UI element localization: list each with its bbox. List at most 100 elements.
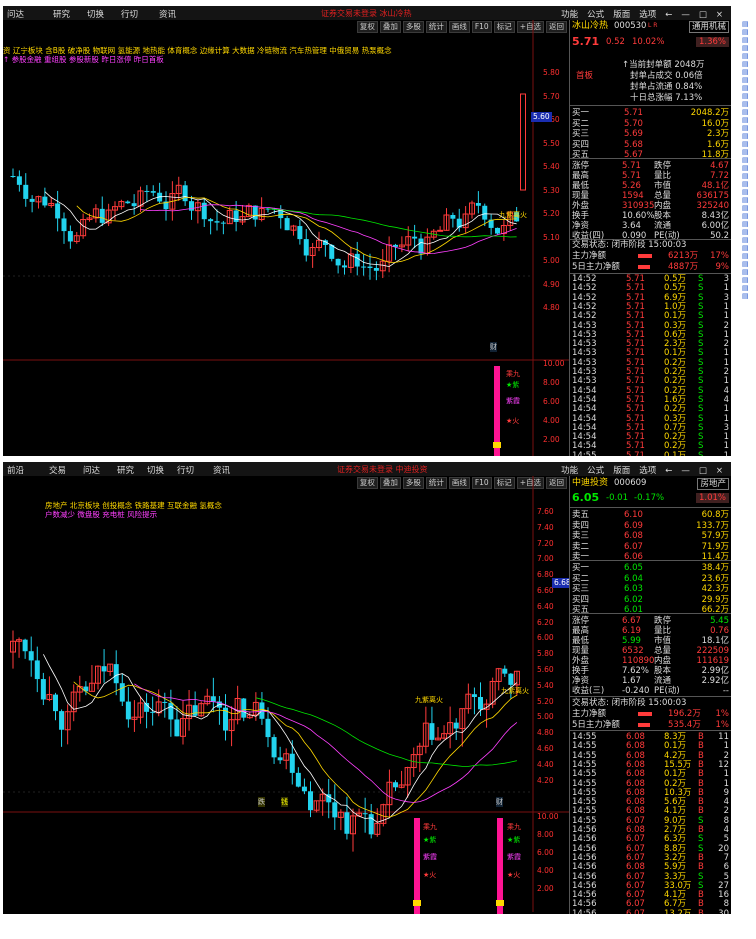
stat-value: 5.71	[622, 171, 641, 181]
book-row[interactable]: 买三 6.03 42.3万	[572, 584, 729, 594]
stat-label: 收益(三)	[572, 686, 605, 696]
stat-label: 外盘	[572, 201, 590, 211]
axis-tick: 8.00	[537, 830, 554, 839]
stat-value: 1594	[622, 191, 644, 201]
indicator-bar	[497, 818, 503, 914]
ind-label-nine: 乘九	[423, 823, 437, 831]
stat-row: 最高 5.71 量比 7.72	[572, 171, 729, 181]
stat-label: 市值	[654, 181, 672, 191]
stat-label: 总量	[654, 646, 672, 656]
axis-tick: 7.20	[537, 538, 554, 548]
stat-value: -0.240	[622, 686, 650, 696]
flow-pct: 1%	[715, 709, 730, 719]
ind-label-cloud-b: 紫霞	[507, 853, 521, 861]
book-level: 买四	[572, 594, 590, 605]
menu-options[interactable]: 选项	[639, 466, 656, 476]
candle-body	[42, 196, 48, 206]
candle-body	[150, 711, 156, 713]
tick-time: 14:56	[572, 908, 597, 914]
stat-value: 5.71	[622, 161, 641, 171]
menu-formula[interactable]: 公式	[587, 10, 604, 20]
nine-annotation-b: 九紫离火	[501, 687, 529, 695]
candle-body	[361, 266, 367, 268]
stat-row: 收益(三) -0.240 PE(动) --	[572, 686, 729, 696]
stat-label: 市值	[654, 636, 672, 646]
book-price: 5.70	[624, 118, 643, 129]
book-row[interactable]: 卖四 6.09 133.7万	[572, 521, 729, 531]
stat-label: 涨停	[572, 616, 590, 626]
book-row[interactable]: 买二 6.04 23.6万	[572, 574, 729, 584]
axis-tick: 5.40	[537, 680, 554, 690]
stat-row: 净资 3.64 流通 6.00亿	[572, 221, 729, 231]
menu-options[interactable]: 选项	[639, 10, 656, 20]
book-price: 5.68	[624, 139, 643, 150]
stat-value: 3.64	[622, 221, 641, 231]
indicator-bar	[414, 818, 420, 914]
stat-label: 最高	[572, 626, 590, 636]
stock-window-2: 前沿 交易 问达 研究 切换 行切 资讯 证券交易未登录 中迪投资 功能 公式 版面…	[3, 462, 731, 914]
ind-label-cloud: 紫霞	[423, 853, 437, 861]
tick-volume: 0.1万	[664, 450, 687, 456]
stat-value: 1.67	[622, 676, 641, 686]
stat-value: 2.99亿	[701, 666, 729, 676]
book-row[interactable]: 买三 5.69 2.3万	[572, 129, 729, 139]
stat-label: 外盘	[572, 656, 590, 666]
back-icon[interactable]: ←	[665, 10, 672, 20]
book-row[interactable]: 卖五 6.10 60.8万	[572, 510, 729, 520]
candle-body	[131, 203, 137, 207]
menu-layout[interactable]: 版面	[613, 466, 630, 476]
close-icon[interactable]: ×	[716, 466, 723, 476]
book-price: 6.07	[624, 541, 643, 552]
flow-row: 5日主力净额 4887万 9%	[572, 262, 729, 272]
flow-bar	[638, 265, 650, 269]
industry-badge[interactable]: 通用机械	[688, 21, 729, 33]
close-icon[interactable]: ×	[716, 10, 723, 20]
kline-chart[interactable]	[3, 6, 569, 456]
stat-value: 4.67	[710, 161, 729, 171]
axis-tick: 5.20	[537, 696, 554, 706]
ind-label-fire-b: ★火	[507, 871, 521, 879]
book-row[interactable]: 买四 6.02 29.9万	[572, 595, 729, 605]
tick-row: 14:56 6.07 13.2万 B 30	[572, 909, 729, 914]
stat-value: 6.67	[622, 616, 641, 626]
candle-body	[475, 203, 481, 206]
stat-row: 最低 5.26 市值 48.1亿	[572, 181, 729, 191]
book-row[interactable]: 买四 5.68 1.6万	[572, 140, 729, 150]
stat-value: 310935	[622, 201, 655, 211]
book-price: 6.04	[624, 573, 643, 584]
minimize-icon[interactable]: —	[681, 10, 690, 20]
flow-amount: 196.2万	[668, 709, 701, 719]
book-price: 6.10	[624, 510, 643, 520]
axis-tick: 6.40	[537, 601, 554, 611]
industry-badge[interactable]: 房地产	[697, 478, 729, 490]
maximize-icon[interactable]: □	[699, 10, 707, 20]
book-volume: 29.9万	[701, 594, 729, 605]
candle-body	[40, 679, 46, 700]
candle-body	[28, 651, 34, 661]
indicator-cap	[493, 442, 501, 448]
book-level: 卖二	[572, 541, 590, 552]
ind-label-purple-b: ★紫	[507, 836, 521, 844]
book-row[interactable]: 买二 5.70 16.0万	[572, 119, 729, 129]
stat-label: 最低	[572, 181, 590, 191]
maximize-icon[interactable]: □	[699, 466, 707, 476]
candle-body	[437, 229, 444, 232]
book-row[interactable]: 买一 6.05 38.4万	[572, 563, 729, 573]
book-row[interactable]: 卖三 6.08 57.9万	[572, 531, 729, 541]
minimize-icon[interactable]: —	[681, 466, 690, 476]
kline-chart[interactable]	[3, 462, 569, 914]
candle-body	[34, 660, 40, 680]
book-volume: 16.0万	[701, 118, 729, 129]
candle-body	[393, 782, 398, 788]
menu-formula[interactable]: 公式	[587, 466, 604, 476]
book-row[interactable]: 卖二 6.07 71.9万	[572, 542, 729, 552]
book-level: 买三	[572, 584, 590, 594]
tick-price: 6.07	[626, 908, 645, 914]
flow-row: 5日主力净额 535.4万 1%	[572, 720, 729, 730]
book-row[interactable]: 买一 5.71 2048.2万	[572, 108, 729, 118]
quote-panel: 中迪投资 000609 房地产 6.05 -0.01 -0.17% 1.01% 卖五 6.…	[569, 476, 731, 914]
axis-tick: 10.00	[537, 812, 559, 821]
back-icon[interactable]: ←	[665, 466, 672, 476]
candle-body	[297, 226, 303, 240]
menu-layout[interactable]: 版面	[613, 10, 630, 20]
